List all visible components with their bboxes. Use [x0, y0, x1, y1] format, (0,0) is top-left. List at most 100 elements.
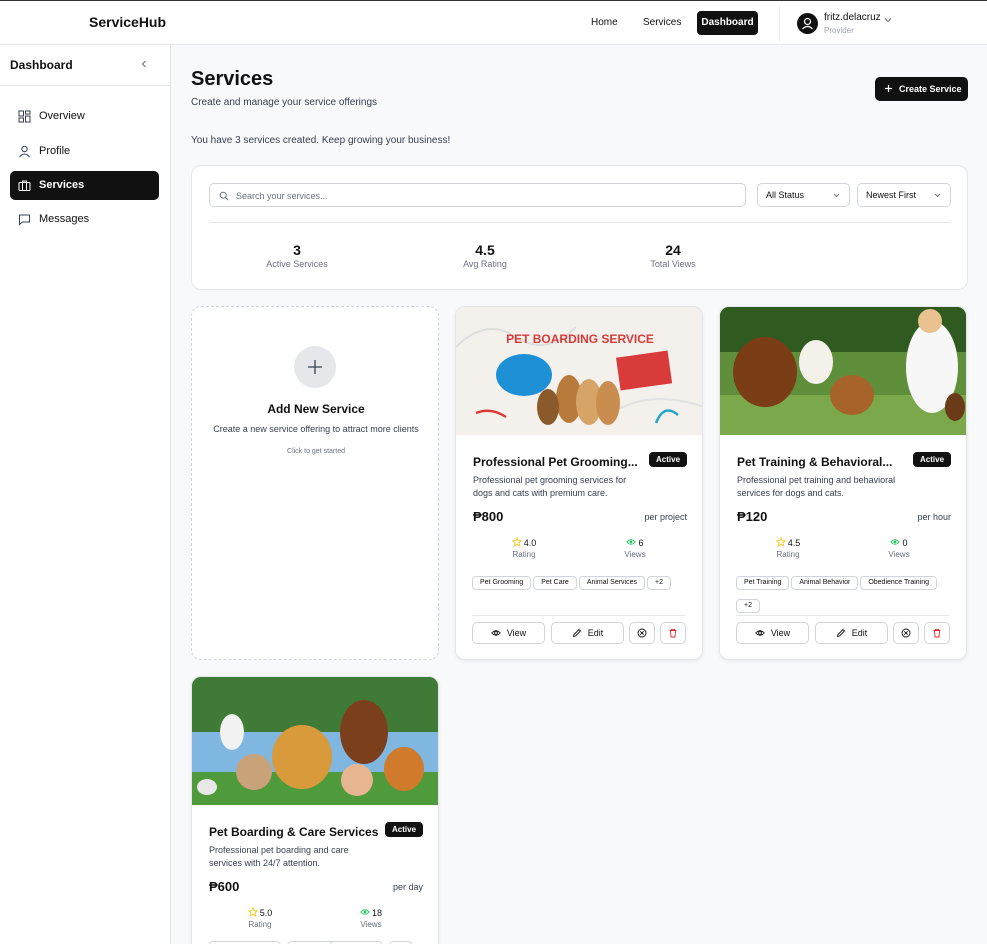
- user-role: Provider: [824, 26, 854, 35]
- view-label: View: [506, 628, 527, 638]
- price-unit: per project: [644, 512, 687, 522]
- edit-label: Edit: [851, 628, 868, 638]
- search-input[interactable]: [236, 188, 736, 204]
- edit-button[interactable]: Edit: [551, 622, 624, 644]
- status-filter-select[interactable]: All Status: [757, 183, 850, 207]
- star-icon: [511, 536, 523, 547]
- sidebar-item-messages[interactable]: Messages: [10, 205, 159, 234]
- add-service-title: Add New Service: [267, 402, 365, 416]
- sidebar-item-overview[interactable]: Overview: [10, 102, 159, 131]
- page-subtitle: Create and manage your service offerings: [191, 97, 378, 108]
- rating-label: Rating: [248, 920, 272, 929]
- delete-button[interactable]: [660, 622, 686, 644]
- edit-button[interactable]: Edit: [815, 622, 888, 644]
- rating-metric: 4.0 Rating: [484, 536, 564, 559]
- add-service-card[interactable]: Add New Service Create a new service off…: [191, 306, 439, 660]
- x-circle-icon: [901, 628, 911, 638]
- views-metric: 6 Views: [595, 537, 675, 559]
- briefcase-icon: [18, 180, 31, 191]
- stat-label: Total Views: [650, 259, 696, 269]
- views-metric: 18 Views: [331, 907, 411, 929]
- tag: Obedience Training: [860, 576, 938, 590]
- sidebar-item-profile[interactable]: Profile: [10, 137, 159, 166]
- sidebar-title: Dashboard: [10, 58, 73, 72]
- chevron-down-icon: [833, 193, 840, 198]
- deactivate-button[interactable]: [893, 622, 919, 644]
- status-badge: Active: [913, 452, 952, 467]
- views-metric: 0 Views: [859, 537, 939, 559]
- stat-avg-rating: 4.5 Avg Rating: [425, 242, 545, 269]
- sidebar-item-label: Services: [39, 179, 85, 191]
- trash-icon: [933, 628, 941, 638]
- user-avatar[interactable]: [797, 13, 818, 34]
- service-card: PET BOARDING SERVICE Professional Pet Gr…: [455, 306, 703, 660]
- star-icon: [775, 536, 787, 547]
- price-unit: per hour: [917, 512, 951, 522]
- service-title[interactable]: Professional Pet Grooming...: [473, 455, 638, 469]
- tag: Animal Behavior: [791, 576, 859, 590]
- nav-dashboard-link[interactable]: Dashboard: [697, 11, 758, 35]
- eye-icon: [360, 909, 370, 915]
- service-title[interactable]: Pet Boarding & Care Services: [209, 825, 378, 839]
- price-unit: per day: [392, 882, 423, 892]
- tag-list: Pet Training Animal Behavior Obedience Tra…: [736, 571, 956, 617]
- views-value: 6: [638, 538, 644, 548]
- nav-services-link[interactable]: Services: [635, 11, 689, 35]
- service-title[interactable]: Pet Training & Behavioral...: [737, 455, 892, 469]
- views-value: 18: [371, 908, 382, 918]
- tag-more[interactable]: +2: [736, 599, 760, 613]
- service-card: Pet Boarding & Care Services Active Prof…: [191, 676, 439, 944]
- service-image: [720, 307, 966, 435]
- service-image: PET BOARDING SERVICE: [456, 307, 702, 435]
- rating-label: Rating: [512, 550, 536, 559]
- plus-icon: [308, 360, 322, 374]
- sidebar-item-label: Profile: [39, 145, 71, 157]
- filter-panel: All Status Newest First 3 Active Service…: [191, 165, 968, 290]
- sidebar: Dashboard Overview Profile Services Mess…: [0, 45, 171, 944]
- search-icon: [219, 191, 229, 201]
- sidebar-item-label: Messages: [39, 213, 90, 225]
- service-description: Professional pet grooming services for d…: [473, 475, 627, 498]
- message-icon: [19, 214, 30, 226]
- rating-metric: 5.0 Rating: [220, 906, 300, 929]
- status-filter-value: All Status: [766, 190, 805, 200]
- search-box[interactable]: [209, 183, 746, 207]
- stat-value: 3: [293, 242, 301, 258]
- nav-home-link[interactable]: Home: [583, 11, 626, 35]
- view-button[interactable]: View: [736, 622, 809, 644]
- sidebar-divider: [0, 85, 170, 86]
- nav-divider: [779, 7, 780, 41]
- top-navbar: ServiceHub Home Services Dashboard fritz…: [0, 0, 987, 45]
- trash-icon: [669, 628, 677, 638]
- service-description: Professional pet boarding and care servi…: [209, 845, 349, 868]
- star-icon: [247, 906, 259, 917]
- service-image-graphic: PET BOARDING SERVICE: [456, 307, 702, 435]
- stat-active-services: 3 Active Services: [237, 242, 357, 269]
- tag: Animal Services: [578, 576, 645, 590]
- edit-label: Edit: [587, 628, 604, 638]
- user-avatar-icon: [802, 17, 813, 30]
- sort-select[interactable]: Newest First: [857, 183, 951, 207]
- stat-value: 24: [665, 242, 681, 258]
- service-image-text: PET BOARDING SERVICE: [506, 332, 654, 346]
- view-button[interactable]: View: [472, 622, 545, 644]
- filter-divider: [209, 222, 951, 223]
- pencil-icon: [572, 628, 581, 638]
- service-price: ₱600: [209, 879, 240, 894]
- eye-icon: [490, 630, 501, 636]
- service-price: ₱120: [737, 509, 768, 524]
- chevron-down-icon[interactable]: [884, 16, 892, 24]
- tag-list: Pet Grooming Pet Care Animal Services +2: [472, 571, 692, 594]
- create-service-button[interactable]: Create Service: [875, 77, 968, 101]
- sidebar-item-services[interactable]: Services: [10, 171, 159, 200]
- tag-more[interactable]: +2: [647, 576, 671, 590]
- rating-metric: 4.5 Rating: [748, 536, 828, 559]
- user-name[interactable]: fritz.delacruz: [824, 12, 881, 23]
- deactivate-button[interactable]: [629, 622, 655, 644]
- delete-button[interactable]: [924, 622, 950, 644]
- chevron-left-icon[interactable]: [139, 59, 149, 69]
- create-service-label: Create Service: [899, 84, 962, 94]
- service-image: [192, 677, 438, 805]
- brand-logo[interactable]: ServiceHub: [89, 14, 166, 30]
- chevron-down-icon: [934, 193, 941, 198]
